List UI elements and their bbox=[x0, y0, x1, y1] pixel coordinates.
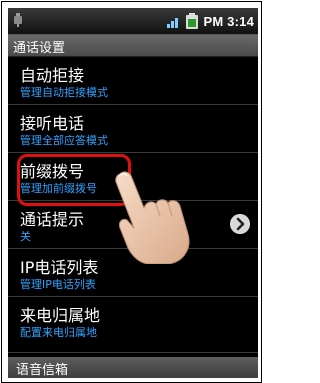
setting-item-answer-call[interactable]: 接听电话 管理全部应答模式 bbox=[8, 105, 258, 153]
setting-item-auto-reject[interactable]: 自动拒接 管理自动拒接模式 bbox=[8, 57, 258, 105]
status-bar: PM 3:14 bbox=[8, 8, 258, 35]
screenshot-frame: PM 3:14 通话设置 自动拒接 管理自动拒接模式 接听电话 管理全部应答模式… bbox=[1, 1, 262, 383]
status-time: PM 3:14 bbox=[203, 13, 254, 29]
battery-icon bbox=[186, 13, 199, 29]
page-title: 通话设置 bbox=[13, 41, 66, 56]
signal-icon bbox=[167, 18, 179, 28]
setting-subtitle: 关 bbox=[20, 230, 31, 243]
setting-subtitle: 配置来电归属地 bbox=[20, 326, 97, 339]
setting-subtitle: 管理全部应答模式 bbox=[20, 134, 108, 147]
setting-subtitle: 管理IP电话列表 bbox=[20, 278, 96, 291]
setting-label: IP电话列表 bbox=[20, 258, 99, 277]
usb-icon bbox=[14, 13, 22, 27]
section-label: 语音信箱 bbox=[16, 363, 69, 378]
setting-item-caller-location[interactable]: 来电归属地 配置来电归属地 bbox=[8, 297, 258, 353]
setting-label: 接听电话 bbox=[20, 114, 85, 133]
setting-subtitle: 管理自动拒接模式 bbox=[20, 86, 108, 99]
pointing-hand-icon bbox=[115, 171, 190, 264]
setting-label: 来电归属地 bbox=[20, 306, 101, 325]
chevron-right-icon[interactable] bbox=[230, 214, 250, 234]
title-bar: 通话设置 bbox=[8, 35, 258, 57]
phone-screen: PM 3:14 通话设置 自动拒接 管理自动拒接模式 接听电话 管理全部应答模式… bbox=[8, 8, 258, 378]
setting-label: 通话提示 bbox=[20, 210, 85, 229]
section-header-voicemail: 语音信箱 bbox=[8, 357, 258, 378]
setting-label: 自动拒接 bbox=[20, 66, 85, 85]
status-right-group: PM 3:14 bbox=[167, 12, 254, 30]
